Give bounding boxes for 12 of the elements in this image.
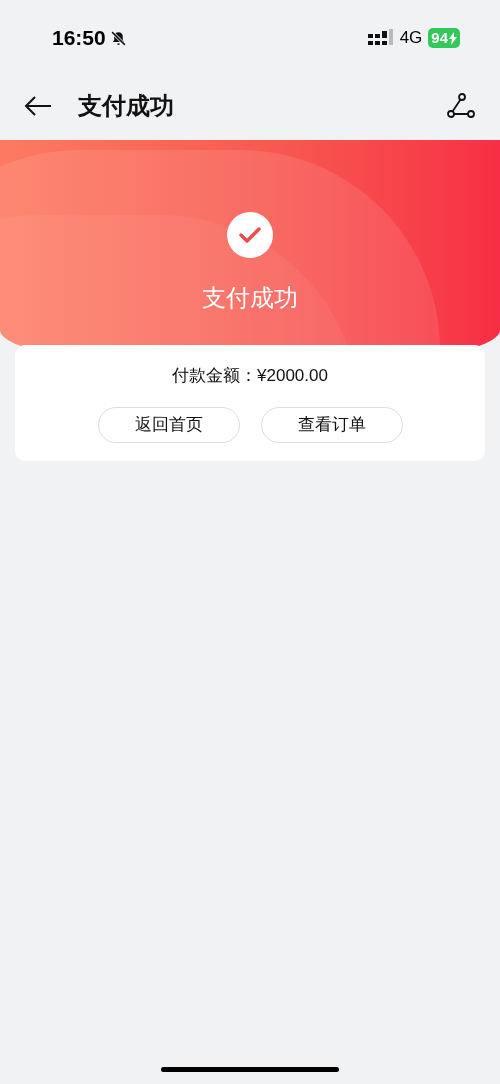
network-label: 4G bbox=[399, 27, 423, 50]
success-title: 支付成功 bbox=[202, 283, 298, 313]
page-title: 支付成功 bbox=[78, 91, 174, 121]
action-button[interactable]: 返回首页 bbox=[97, 406, 240, 443]
share-button[interactable] bbox=[446, 91, 476, 121]
success-check-icon bbox=[227, 212, 273, 258]
payment-amount: 付款金额：¥2000.00 bbox=[172, 365, 328, 387]
action-button[interactable]: 查看订单 bbox=[260, 406, 403, 443]
status-time: 16:50 bbox=[52, 25, 106, 52]
signal-icon bbox=[367, 29, 394, 47]
battery-indicator: 94 bbox=[428, 28, 460, 48]
muted-bell-icon bbox=[109, 29, 127, 47]
